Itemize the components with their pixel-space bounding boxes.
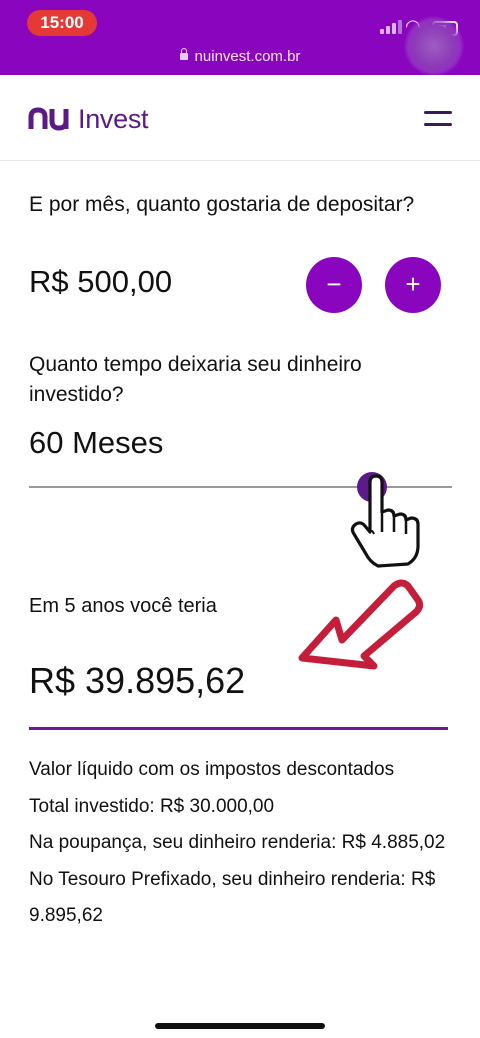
monthly-deposit-question: E por mês, quanto gostaria de depositar? <box>29 193 415 216</box>
result-details: Valor líquido com os impostos descontado… <box>29 752 449 935</box>
total-invested: Total investido: R$ 30.000,00 <box>29 795 275 817</box>
signal-icon <box>380 20 402 34</box>
nu-invest-logo[interactable]: Invest <box>28 103 149 134</box>
hand-cursor-icon <box>350 474 420 568</box>
touch-indicator <box>404 16 464 76</box>
status-time: 15:00 <box>27 10 97 36</box>
treasury-yield: No Tesouro Prefixado, seu dinheiro rende… <box>29 868 436 927</box>
browser-top-bar: 15:00 ◠ nuinvest.com.br <box>0 0 480 76</box>
result-divider <box>29 727 448 730</box>
address-bar[interactable]: nuinvest.com.br <box>0 48 480 65</box>
investment-time-question: Quanto tempo deixaria seu dinheiro inves… <box>29 353 362 406</box>
lock-icon <box>179 48 188 60</box>
net-value-note: Valor líquido com os impostos descontado… <box>29 759 395 780</box>
savings-yield: Na poupança, seu dinheiro renderia: R$ 4… <box>29 832 446 853</box>
url-text: nuinvest.com.br <box>194 48 301 65</box>
monthly-deposit-value: R$ 500,00 <box>29 264 173 299</box>
site-header: Invest <box>0 75 480 161</box>
annotation-arrow-icon <box>298 579 424 670</box>
increment-button[interactable]: + <box>385 257 441 313</box>
hamburger-menu-icon[interactable] <box>424 108 452 128</box>
decrement-button[interactable]: − <box>306 257 362 313</box>
result-label: Em 5 anos você teria <box>29 595 217 617</box>
home-indicator[interactable] <box>155 1023 325 1029</box>
investment-time-value: 60 Meses <box>29 425 164 460</box>
nu-logo-icon <box>28 107 69 131</box>
result-value: R$ 39.895,62 <box>29 660 246 701</box>
logo-text: Invest <box>78 103 149 134</box>
